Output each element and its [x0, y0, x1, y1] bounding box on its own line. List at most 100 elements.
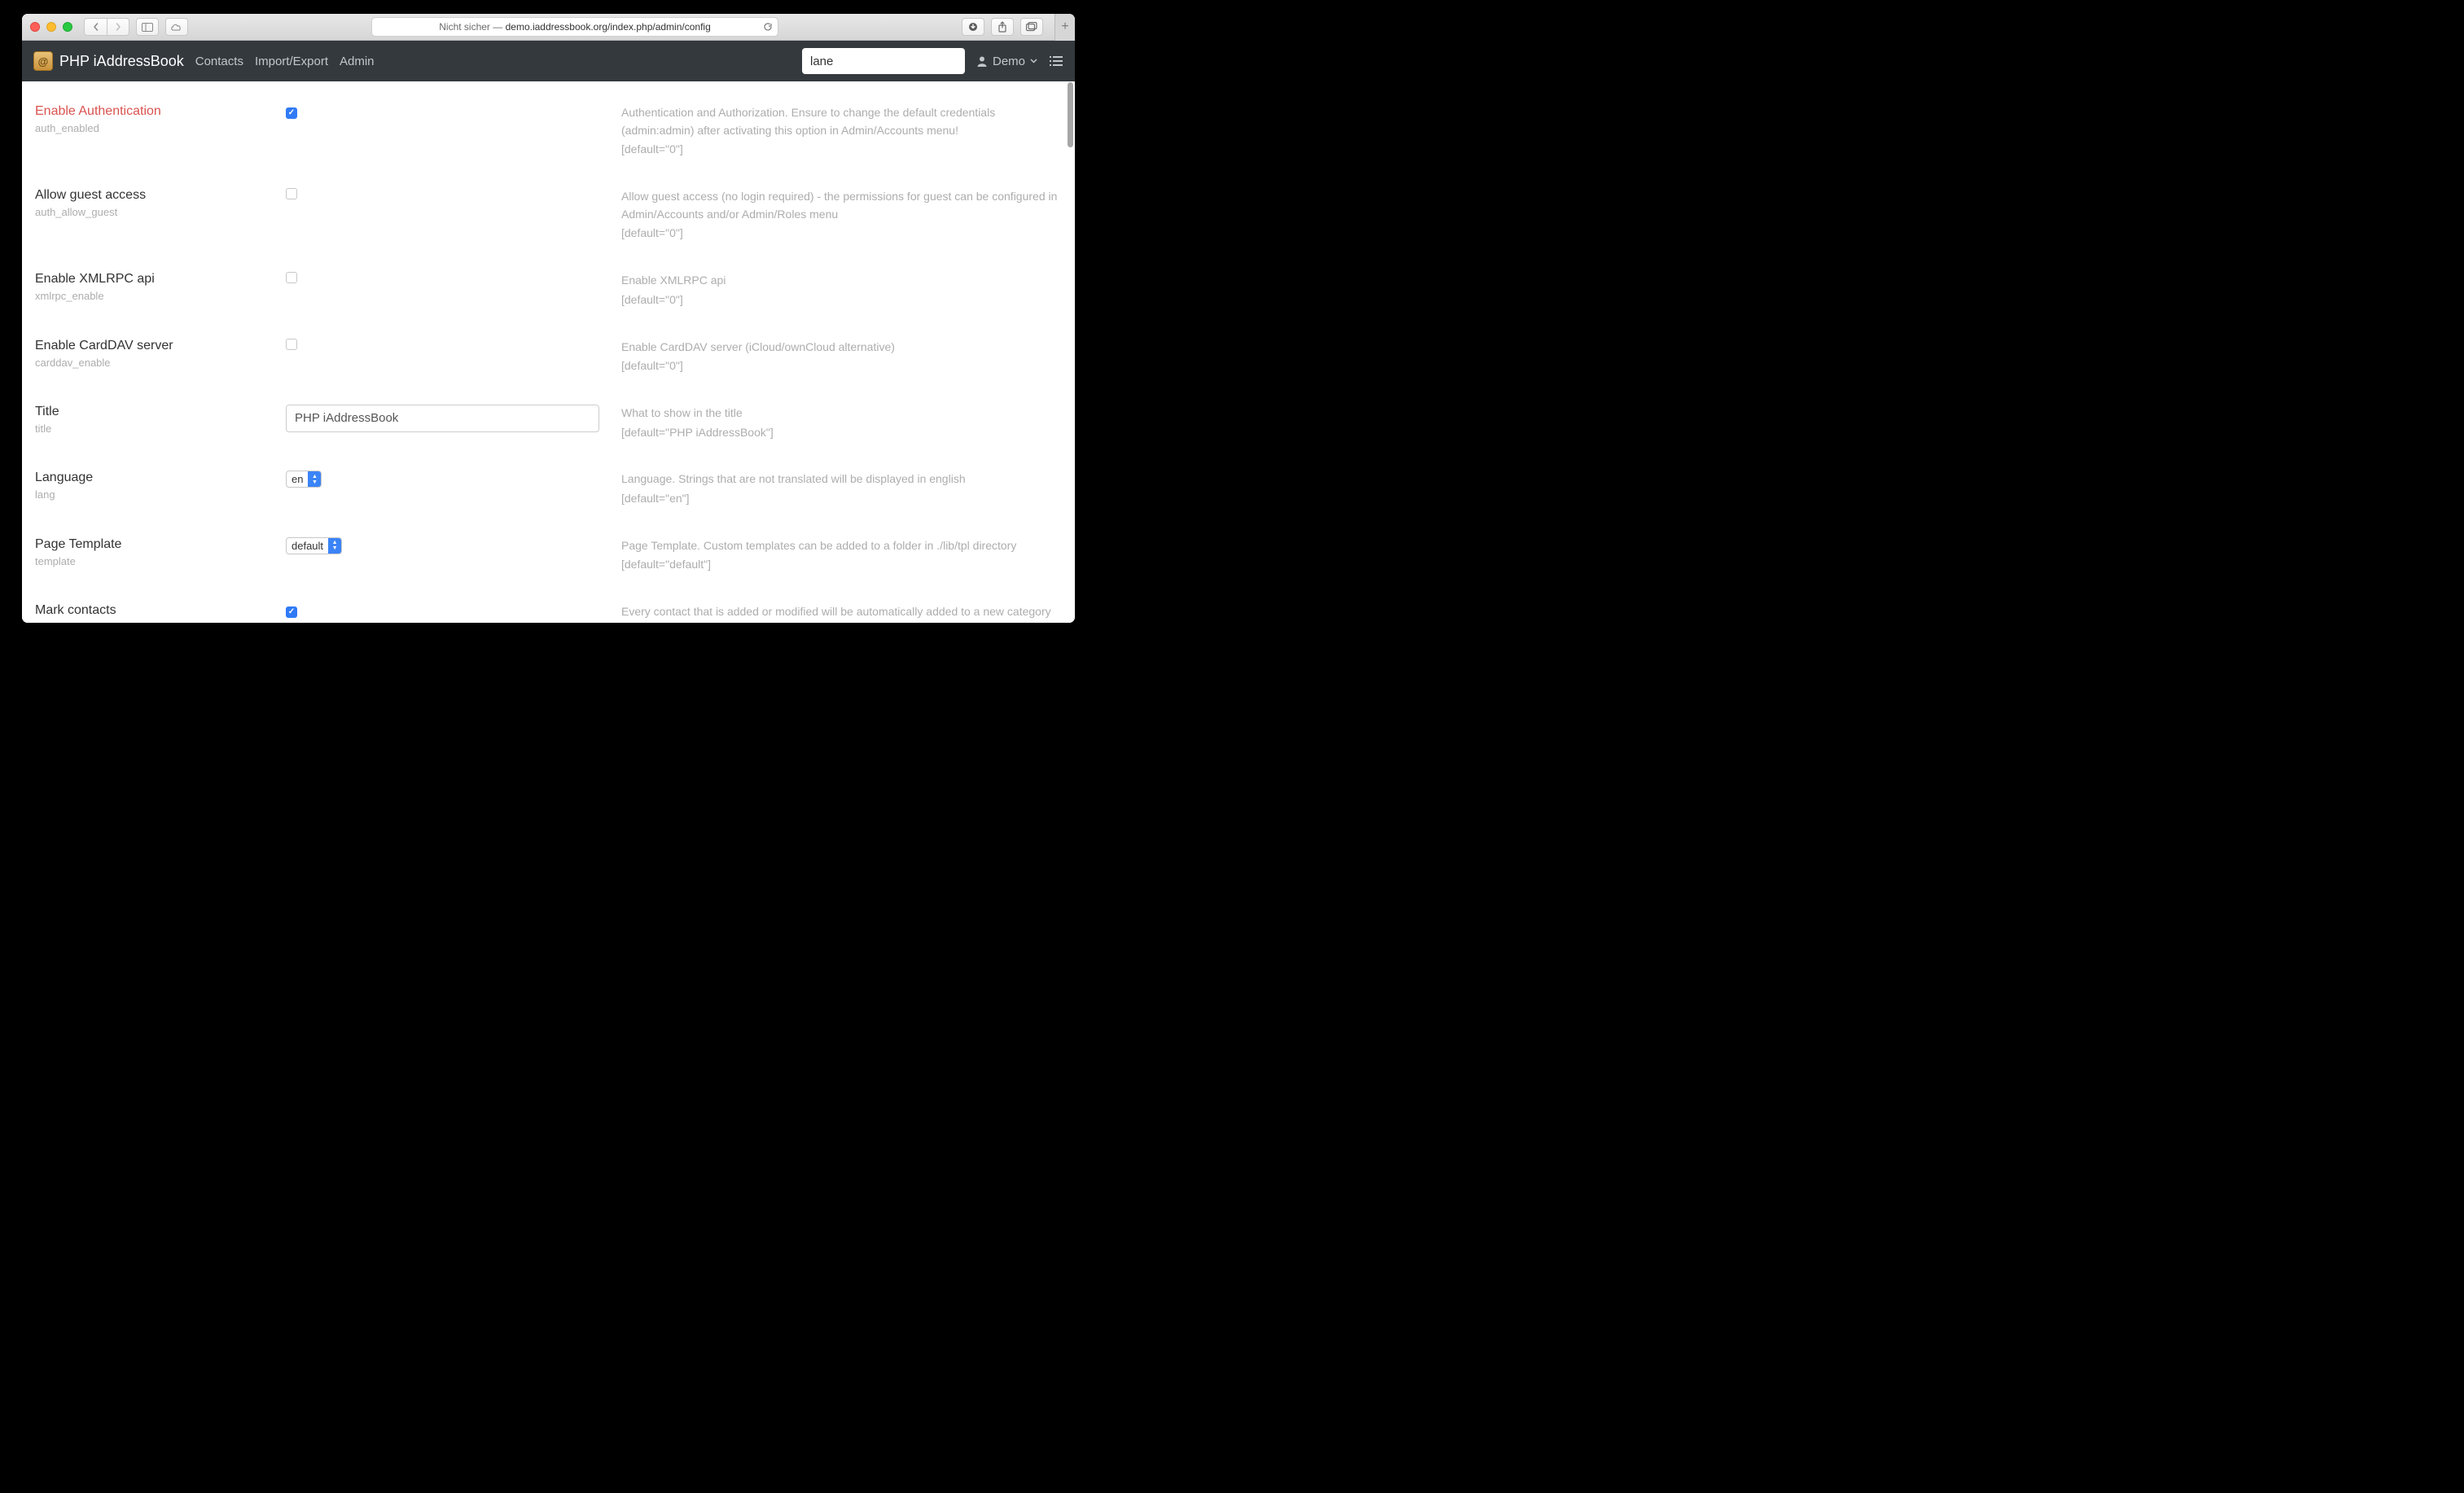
config-description-text: Enable XMLRPC api	[621, 272, 1062, 290]
user-label: Demo	[993, 55, 1025, 68]
brand-icon	[33, 51, 53, 71]
reload-icon[interactable]	[763, 22, 773, 32]
vertical-scrollbar[interactable]	[1068, 82, 1073, 147]
config-row-carddav_enable: Enable CardDAV servercarddav_enableEnabl…	[22, 332, 1075, 398]
config-default: [default="0"]	[621, 291, 1062, 309]
config-row-mark_changed: Mark contacts mark_changed Every contact t…	[22, 597, 1075, 623]
app-viewport: PHP iAddressBook Contacts Import/Export …	[22, 41, 1075, 623]
config-label-title: Title	[35, 405, 270, 419]
back-button[interactable]	[84, 18, 107, 36]
cloud-tabs-button[interactable]	[165, 18, 188, 36]
config-default: [default="0"]	[621, 357, 1062, 375]
config-description: Page Template. Custom templates can be a…	[621, 537, 1062, 574]
checkbox-carddav_enable[interactable]	[286, 339, 297, 350]
select-lang[interactable]: en▲▼	[286, 471, 322, 488]
close-window-button[interactable]	[30, 22, 40, 32]
config-default: [default="en"]	[621, 490, 1062, 508]
text-input-title[interactable]	[286, 405, 599, 432]
forward-button[interactable]	[107, 18, 129, 36]
checkbox-xmlrpc_enable[interactable]	[286, 272, 297, 283]
config-label: Language lang	[35, 471, 286, 507]
brand[interactable]: PHP iAddressBook	[33, 51, 184, 71]
config-row-auth_enabled: Enable Authentication auth_enabled Authent…	[22, 98, 1075, 182]
nav-back-forward-group	[84, 18, 129, 36]
nav-link-import-export[interactable]: Import/Export	[255, 55, 328, 68]
config-description: What to show in the title[default="PHP i…	[621, 405, 1062, 441]
config-label-key: carddav_enable	[35, 357, 270, 369]
tabs-overview-button[interactable]	[1020, 18, 1043, 36]
config-label-key: title	[35, 423, 270, 435]
config-label-key: template	[35, 555, 270, 567]
new-tab-button[interactable]: +	[1054, 14, 1075, 41]
config-description-text: Allow guest access (no login required) -…	[621, 188, 1062, 223]
config-row-xmlrpc_enable: Enable XMLRPC apixmlrpc_enableEnable XML…	[22, 265, 1075, 331]
config-description: Every contact that is added or modified …	[621, 603, 1062, 623]
config-description: Allow guest access (no login required) -…	[621, 188, 1062, 243]
config-label-key: lang	[35, 488, 270, 501]
checkbox-mark_changed[interactable]	[286, 606, 297, 618]
config-row-lang: Language lang en▲▼ Language. Strings that a…	[22, 464, 1075, 530]
config-label-key: mark_changed	[35, 621, 270, 623]
downloads-button[interactable]	[962, 18, 984, 36]
share-button[interactable]	[991, 18, 1014, 36]
config-default: [default="PHP iAddressBook"]	[621, 424, 1062, 442]
config-label: Enable Authentication auth_enabled	[35, 104, 286, 159]
minimize-window-button[interactable]	[46, 22, 56, 32]
config-input-cell	[286, 405, 621, 441]
config-content: Enable Authentication auth_enabled Authent…	[22, 81, 1075, 623]
config-label-title: Enable CardDAV server	[35, 339, 270, 353]
chevron-down-icon	[1030, 59, 1037, 63]
config-label-key: auth_enabled	[35, 122, 270, 134]
list-view-button[interactable]	[1049, 55, 1063, 67]
user-menu[interactable]: Demo	[976, 55, 1037, 68]
config-label: Mark contacts mark_changed	[35, 603, 286, 623]
select-value: default	[287, 538, 328, 554]
config-label-key: xmlrpc_enable	[35, 290, 270, 302]
config-description-text: Every contact that is added or modified …	[621, 603, 1062, 623]
config-label-title: Enable XMLRPC api	[35, 272, 270, 287]
config-description-text: Page Template. Custom templates can be a…	[621, 537, 1062, 555]
config-default: [default="0"]	[621, 141, 1062, 159]
config-input-cell: default▲▼	[286, 537, 621, 574]
config-default: [default="default"]	[621, 556, 1062, 574]
sidebar-toggle-button[interactable]	[136, 18, 159, 36]
config-label-title: Enable Authentication	[35, 104, 270, 119]
select-value: en	[287, 471, 308, 487]
checkbox-auth_enabled[interactable]	[286, 107, 297, 119]
config-input-cell	[286, 339, 621, 375]
select-arrows-icon: ▲▼	[328, 538, 341, 554]
config-description: Authentication and Authorization. Ensure…	[621, 104, 1062, 159]
url-bar[interactable]: Nicht sicher — demo.iaddressbook.org/ind…	[371, 17, 778, 37]
checkbox-auth_allow_guest[interactable]	[286, 188, 297, 199]
select-template[interactable]: default▲▼	[286, 537, 342, 554]
config-input-cell	[286, 188, 621, 243]
config-description-text: Authentication and Authorization. Ensure…	[621, 104, 1062, 139]
config-label: Allow guest accessauth_allow_guest	[35, 188, 286, 243]
config-input-cell	[286, 603, 621, 623]
search-input[interactable]	[802, 48, 965, 74]
config-label: Enable XMLRPC api xmlrpc_enable	[35, 272, 286, 309]
config-description: Enable CardDAV server (iCloud/ownCloud a…	[621, 339, 1062, 375]
config-row-auth_allow_guest: Allow guest accessauth_allow_guest Allow …	[22, 182, 1075, 265]
nav-link-contacts[interactable]: Contacts	[195, 55, 243, 68]
config-label-key: auth_allow_guest	[35, 206, 270, 218]
toolbar-right-group	[962, 18, 1043, 36]
browser-titlebar: Nicht sicher — demo.iaddressbook.org/ind…	[22, 14, 1075, 41]
config-default: [default="0"]	[621, 225, 1062, 243]
url-security-label: Nicht sicher — demo.iaddressbook.org/ind…	[439, 21, 711, 33]
config-label: Enable CardDAV server carddav_enable	[35, 339, 286, 375]
nav-link-admin[interactable]: Admin	[340, 55, 375, 68]
browser-window: Nicht sicher — demo.iaddressbook.org/ind…	[22, 14, 1075, 623]
config-row-title: Title title What to show in the title[defa…	[22, 398, 1075, 464]
config-description-text: Language. Strings that are not translate…	[621, 471, 1062, 488]
config-label-title: Mark contacts	[35, 603, 270, 618]
config-label: Page Templatetemplate	[35, 537, 286, 574]
config-description-text: What to show in the title	[621, 405, 1062, 423]
config-input-cell: en▲▼	[286, 471, 621, 507]
maximize-window-button[interactable]	[63, 22, 72, 32]
user-icon	[976, 55, 988, 67]
config-label-title: Language	[35, 471, 270, 485]
app-navbar: PHP iAddressBook Contacts Import/Export …	[22, 41, 1075, 81]
config-description: Language. Strings that are not translate…	[621, 471, 1062, 507]
config-row-template: Page Templatetemplatedefault▲▼ Page Templ…	[22, 531, 1075, 597]
